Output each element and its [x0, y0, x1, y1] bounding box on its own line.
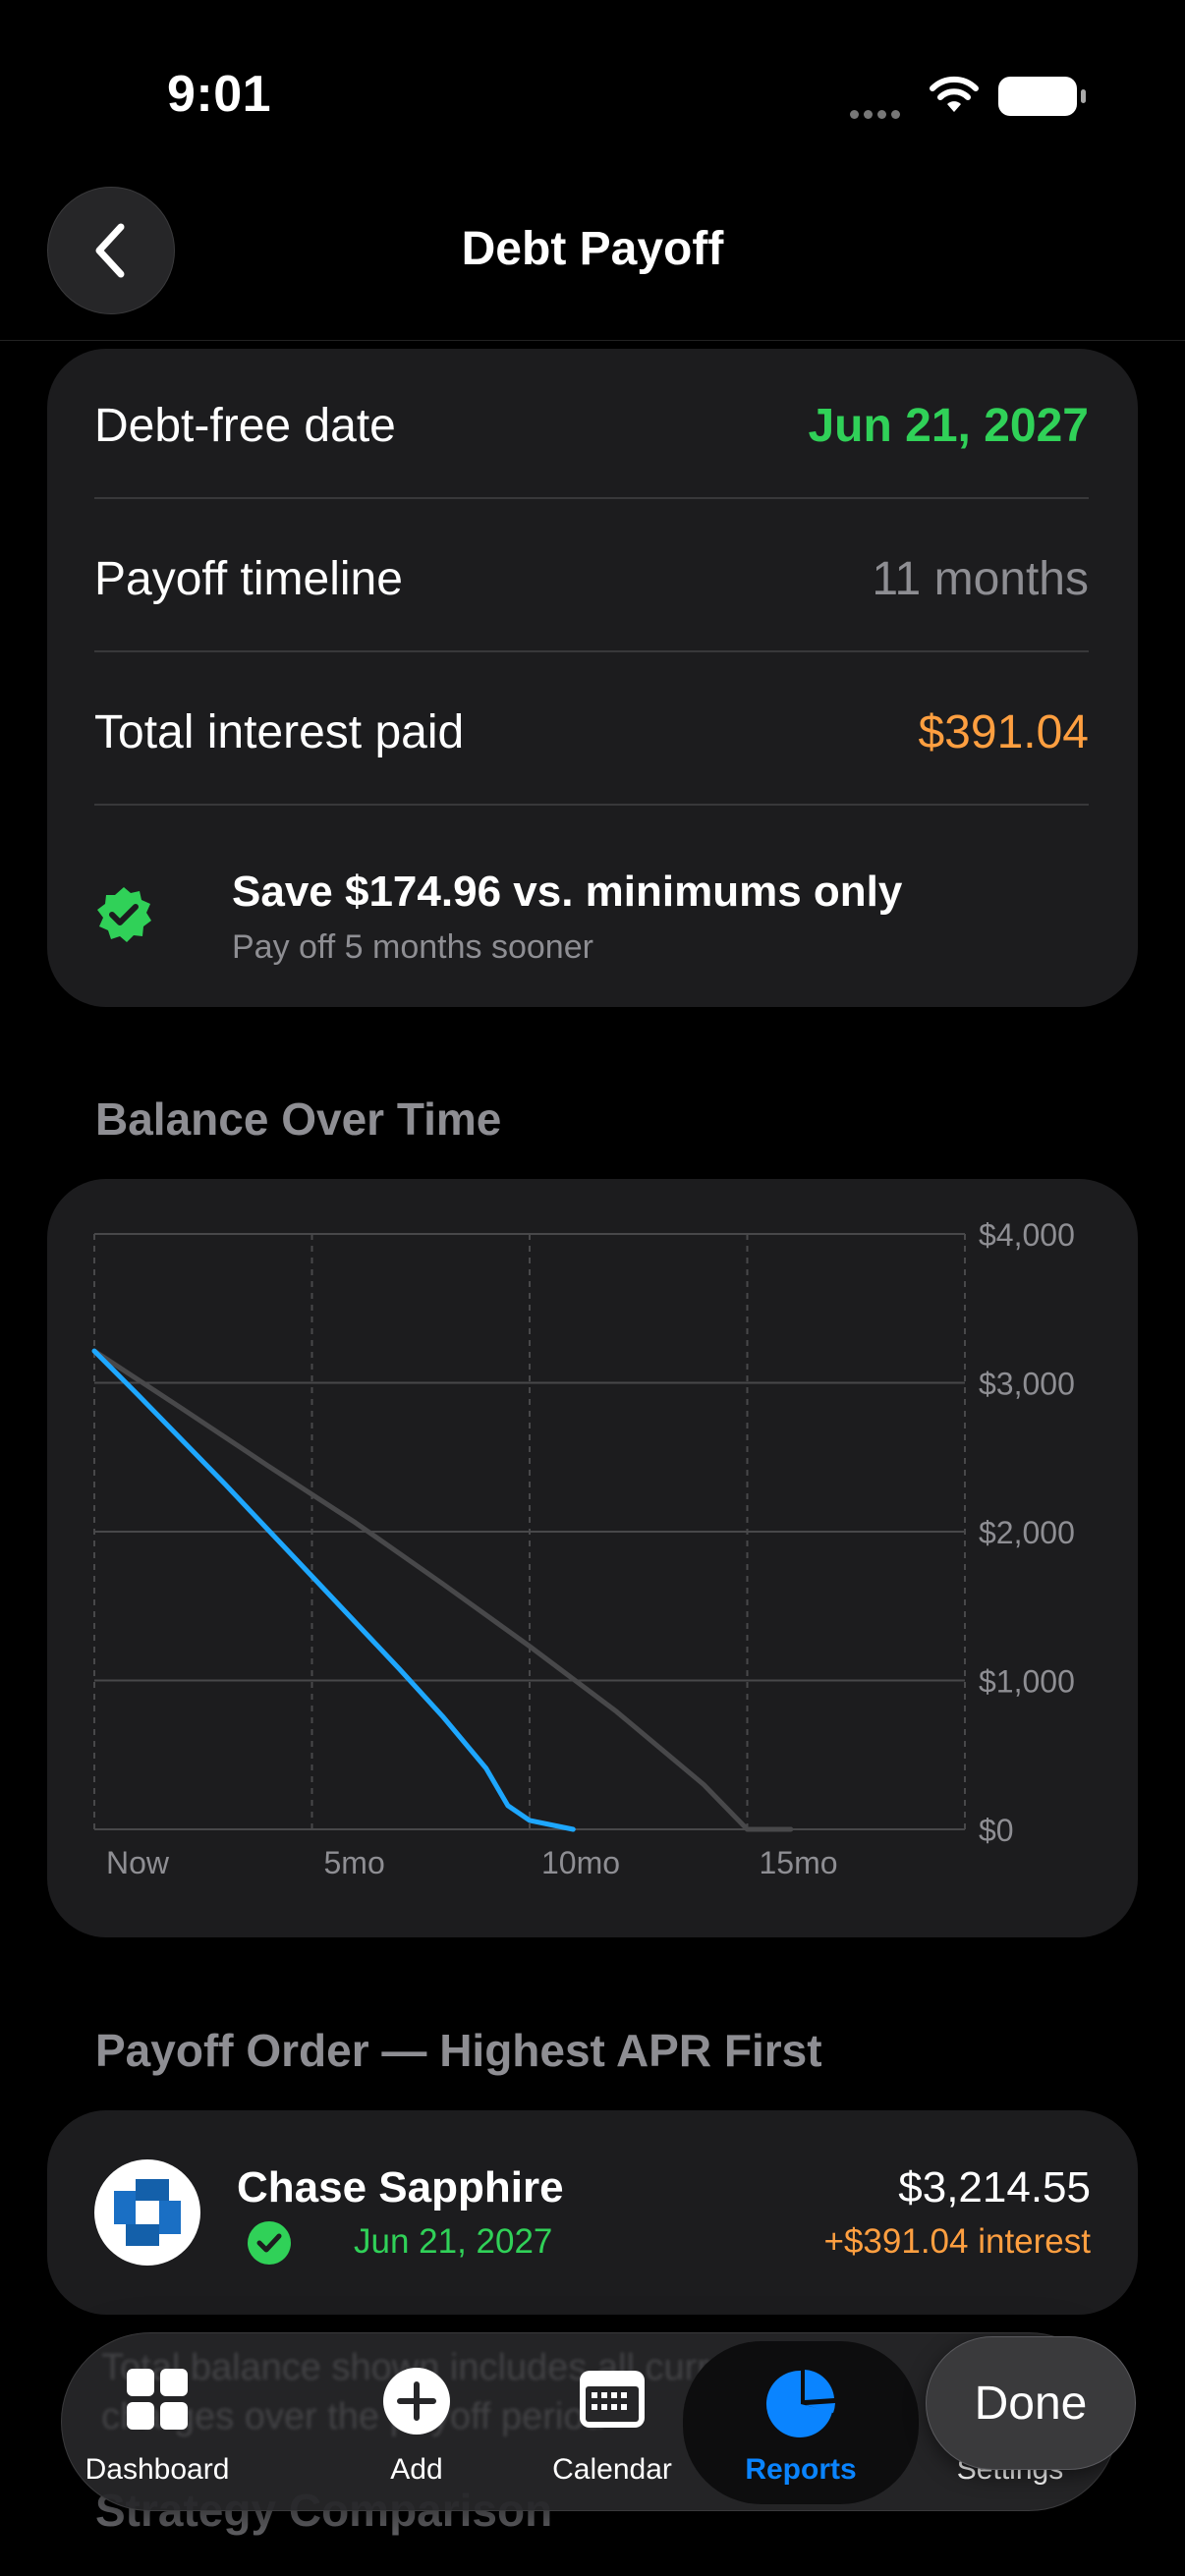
y-tick-label: $2,000	[979, 1515, 1075, 1550]
tab-reports[interactable]: Reports	[683, 2341, 919, 2504]
plus-circle-icon	[383, 2368, 450, 2435]
tab-label: Add	[390, 2453, 443, 2486]
y-tick-label: $4,000	[979, 1217, 1075, 1253]
payoff-timeline-value: 11 months	[872, 552, 1089, 605]
debt-free-date-label: Debt-free date	[94, 399, 396, 452]
calendar-icon	[580, 2371, 645, 2428]
tab-label: Reports	[745, 2453, 857, 2486]
x-tick-label: 5mo	[324, 1845, 385, 1880]
x-tick-label: Now	[106, 1845, 170, 1880]
tab-add[interactable]: Add	[353, 2333, 480, 2510]
verified-badge-icon	[97, 887, 151, 942]
cellular-icon	[850, 106, 905, 124]
navigation-bar: Debt Payoff	[0, 187, 1185, 341]
divider	[94, 650, 1089, 652]
tab-label: Calendar	[552, 2453, 672, 2486]
pie-chart-icon	[765, 2370, 835, 2437]
debt-free-date-row: Debt-free date Jun 21, 2027	[94, 349, 1089, 502]
debt-name: Chase Sapphire	[237, 2163, 564, 2212]
x-tick-label: 15mo	[760, 1845, 838, 1880]
debt-balance: $3,214.55	[898, 2163, 1091, 2212]
page-title: Debt Payoff	[461, 223, 724, 275]
payoff-summary-card: Debt-free date Jun 21, 2027 Payoff timel…	[47, 349, 1138, 1007]
balance-chart-card: $4,000 $3,000 $2,000 $1,000 $0 Now 5mo 10mo 15mo	[47, 1179, 1138, 1937]
payoff-timeline-label: Payoff timeline	[94, 552, 403, 605]
series-line-0	[91, 1348, 576, 1832]
debt-list-item[interactable]: Chase Sapphire Jun 21, 2027 $3,214.55 +$…	[47, 2110, 1138, 2315]
tab-calendar[interactable]: Calendar	[534, 2333, 691, 2510]
total-interest-label: Total interest paid	[94, 705, 465, 758]
series-line-1	[91, 1348, 794, 1832]
x-tick-label: 10mo	[541, 1845, 620, 1880]
chase-logo-icon	[94, 2159, 200, 2266]
savings-note: Save $174.96 vs. minimums only Pay off 5…	[94, 850, 1089, 968]
divider	[94, 804, 1089, 806]
divider	[94, 497, 1089, 499]
tab-label: Dashboard	[85, 2453, 230, 2486]
done-button[interactable]: Done	[926, 2336, 1136, 2470]
tab-dashboard[interactable]: Dashboard	[78, 2333, 237, 2510]
total-interest-value: $391.04	[918, 705, 1089, 758]
battery-icon	[998, 77, 1086, 116]
savings-subtitle: Pay off 5 months sooner	[232, 928, 593, 966]
grid-icon	[127, 2369, 188, 2430]
balance-section-title: Balance Over Time	[95, 1093, 502, 1145]
status-time: 9:01	[167, 66, 272, 123]
balance-chart: $4,000 $3,000 $2,000 $1,000 $0 Now 5mo 10mo 15mo	[91, 1217, 1075, 1880]
debt-free-date-value: Jun 21, 2027	[808, 399, 1089, 452]
y-tick-label: $1,000	[979, 1664, 1075, 1700]
y-tick-label: $3,000	[979, 1367, 1075, 1402]
savings-title: Save $174.96 vs. minimums only	[232, 868, 903, 916]
total-interest-row: Total interest paid $391.04	[94, 655, 1089, 809]
payoff-timeline-row: Payoff timeline 11 months	[94, 502, 1089, 655]
wifi-icon	[930, 76, 979, 112]
payoff-order-title: Payoff Order — Highest APR First	[95, 2025, 822, 2076]
status-bar: 9:01	[0, 0, 1185, 187]
check-circle-icon	[248, 2221, 291, 2265]
y-tick-label: $0	[979, 1813, 1014, 1848]
debt-payoff-date: Jun 21, 2027	[354, 2222, 553, 2261]
debt-interest: +$391.04 interest	[823, 2222, 1091, 2261]
